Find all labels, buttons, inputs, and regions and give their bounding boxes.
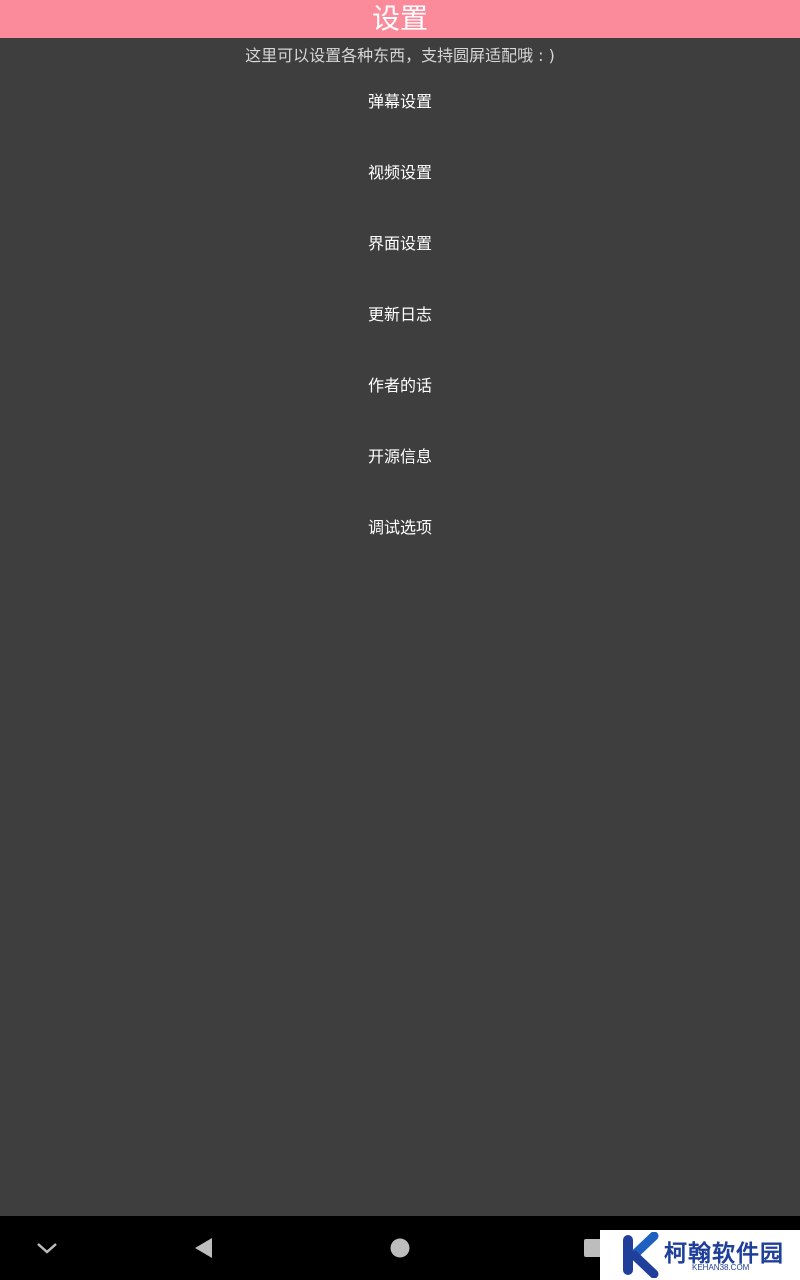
menu-item-video-settings[interactable]: 视频设置: [0, 135, 800, 206]
menu-item-danmaku-settings[interactable]: 弹幕设置: [0, 64, 800, 135]
title-bar: 设置: [0, 0, 800, 38]
hide-keyboard-button[interactable]: [27, 1228, 67, 1268]
menu-item-author-note[interactable]: 作者的话: [0, 348, 800, 419]
back-icon: [195, 1238, 212, 1258]
settings-menu: 弹幕设置 视频设置 界面设置 更新日志 作者的话 开源信息 调试选项: [0, 64, 800, 561]
chevron-down-icon: [37, 1243, 57, 1254]
home-button[interactable]: [380, 1228, 420, 1268]
settings-screen: 设置 这里可以设置各种东西，支持圆屏适配哦 : ) 弹幕设置 视频设置 界面设置…: [0, 0, 800, 1280]
menu-item-debug-options[interactable]: 调试选项: [0, 490, 800, 561]
menu-item-interface-settings[interactable]: 界面设置: [0, 206, 800, 277]
back-button[interactable]: [184, 1228, 224, 1268]
kehan-logo-icon: [623, 1232, 659, 1278]
home-icon: [390, 1238, 410, 1258]
page-title: 设置: [371, 2, 428, 35]
watermark: 柯翰软件园 KEHAN38.COM: [600, 1230, 800, 1280]
menu-item-changelog[interactable]: 更新日志: [0, 277, 800, 348]
watermark-domain: KEHAN38.COM: [692, 1263, 750, 1272]
menu-item-open-source-info[interactable]: 开源信息: [0, 419, 800, 490]
